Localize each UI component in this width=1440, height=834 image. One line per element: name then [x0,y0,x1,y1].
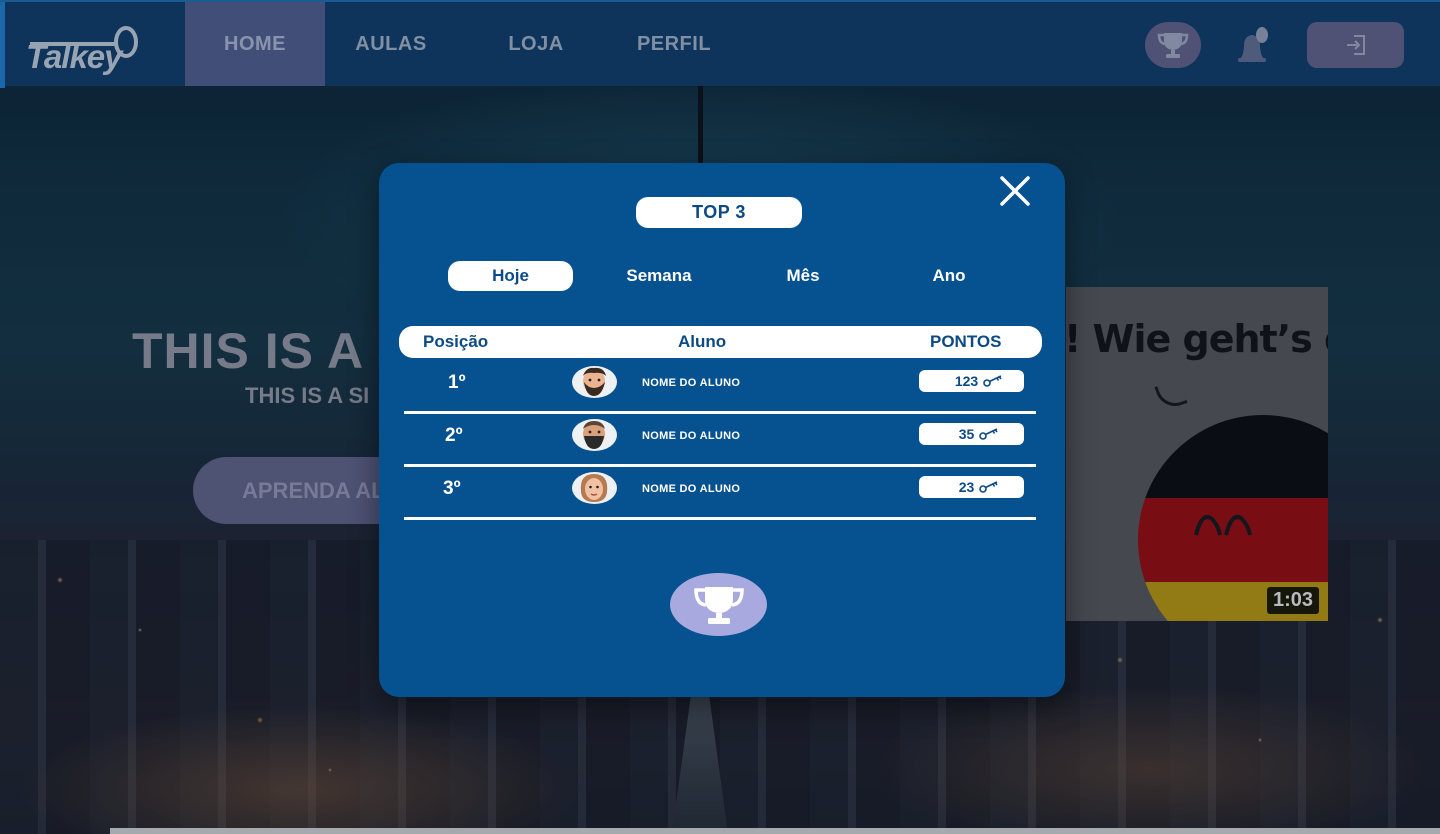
column-position: Posição [423,332,489,351]
row-divider [404,517,1036,520]
trophy-icon [693,586,744,624]
ranking-table-header: Posição Aluno PONTOS [399,326,1042,358]
points-badge: 35 [919,423,1024,445]
key-icon [983,375,1002,387]
modal-title: TOP 3 [636,197,802,228]
row-position: 3º [443,478,461,499]
row-position: 2º [445,425,463,446]
ranking-modal: TOP 3 Hoje Semana Mês Ano Posição Aluno … [379,163,1065,697]
column-points: PONTOS [930,332,1002,351]
points-value: 35 [958,426,975,442]
table-row: 1º NOME DO ALUNO 123 [404,361,1036,414]
key-icon [979,428,998,440]
avatar-woman-icon [580,474,608,502]
trophy-button-large[interactable] [670,573,767,636]
avatar [572,419,617,451]
row-position: 1º [448,372,466,393]
points-value: 123 [954,373,979,389]
table-row: 3º NOME DO ALUNO 23 [404,467,1036,520]
key-icon [979,481,998,493]
avatar-masked-man-icon [583,421,605,449]
table-row: 2º NOME DO ALUNO 35 [404,414,1036,467]
column-student: Aluno [678,332,727,351]
tab-mes[interactable]: Mês [763,261,843,291]
student-name: NOME DO ALUNO [642,483,741,495]
close-icon [1000,176,1030,206]
close-button[interactable] [995,171,1035,211]
student-name: NOME DO ALUNO [642,377,741,389]
tab-semana[interactable]: Semana [611,261,707,291]
student-name: NOME DO ALUNO [642,430,741,442]
points-value: 23 [958,479,975,495]
tab-ano[interactable]: Ano [909,261,989,291]
points-badge: 23 [919,476,1024,498]
points-badge: 123 [919,370,1024,392]
avatar [572,472,617,504]
tab-hoje[interactable]: Hoje [448,261,573,291]
avatar [572,366,617,398]
avatar-bearded-man-icon [583,367,606,396]
